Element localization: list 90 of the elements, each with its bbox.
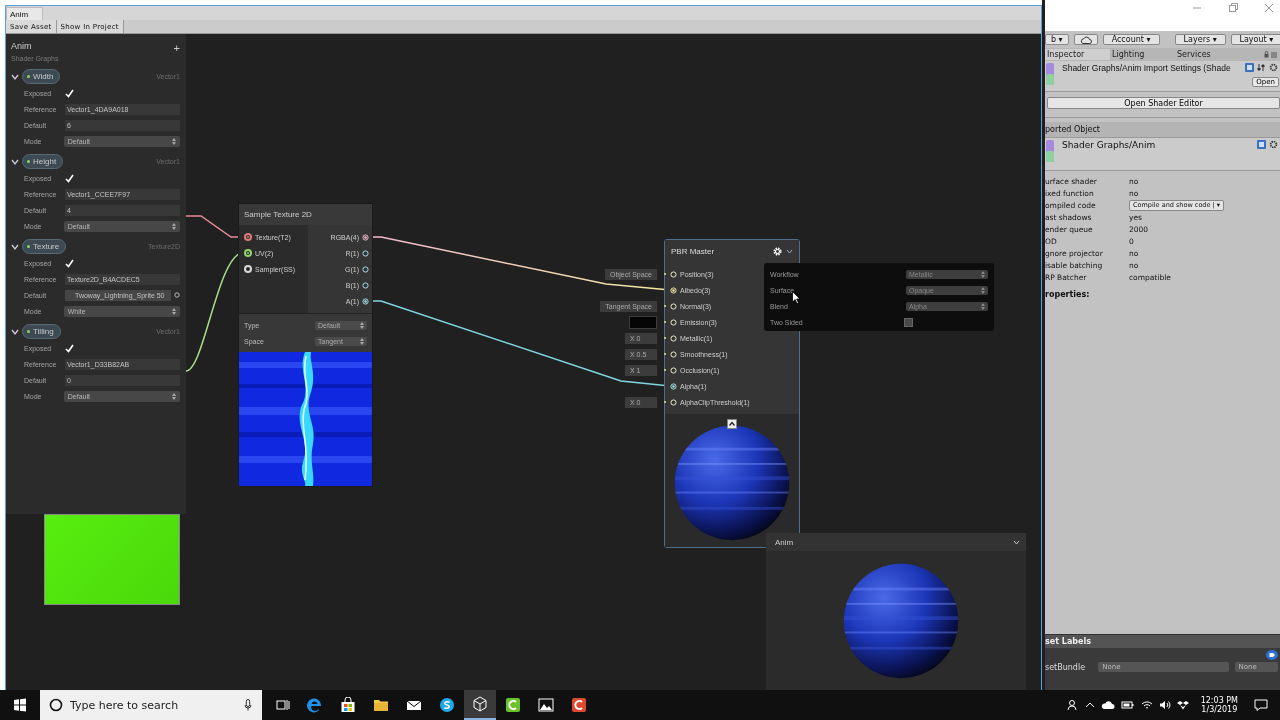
node-title: PBR Master (671, 246, 715, 256)
tab[interactable]: Lighting (1110, 49, 1175, 60)
port-icon[interactable] (670, 350, 677, 358)
port-icon[interactable] (670, 366, 677, 374)
updown-icon (172, 222, 176, 230)
port-icon[interactable] (362, 233, 369, 241)
sliders-icon[interactable] (1257, 63, 1266, 72)
people-icon[interactable] (1066, 699, 1079, 711)
port-icon[interactable] (670, 382, 677, 390)
cube-icon[interactable] (472, 696, 488, 712)
box-icon[interactable] (1176, 700, 1189, 710)
collapse-icon[interactable] (727, 419, 737, 429)
port-icon[interactable] (362, 281, 369, 289)
windows-icon[interactable] (12, 697, 28, 713)
port-icon[interactable] (244, 233, 252, 241)
chevron-icon[interactable] (11, 327, 19, 336)
updown-icon (981, 270, 985, 278)
port-icon[interactable] (670, 270, 677, 278)
port-icon[interactable] (362, 297, 369, 305)
settings-icon[interactable] (1269, 63, 1278, 72)
settings-icon[interactable] (1269, 140, 1278, 149)
section-label: roperties: (1045, 290, 1091, 299)
toolbar-button[interactable]: Layers ▾ (1174, 34, 1226, 45)
port-icon[interactable] (244, 249, 252, 257)
chevron-icon[interactable] (11, 72, 19, 81)
updown-icon (981, 286, 985, 294)
image-icon[interactable] (538, 697, 554, 713)
property-pill[interactable]: Width (22, 69, 61, 84)
search-icon (49, 698, 63, 712)
updown-icon (981, 302, 985, 310)
chevron-icon[interactable] (1013, 539, 1020, 545)
chevron-icon[interactable] (11, 157, 19, 166)
updown-icon (172, 137, 176, 145)
microphone-icon[interactable] (244, 699, 252, 711)
notification-icon[interactable] (1254, 698, 1268, 712)
picker-icon[interactable] (174, 292, 180, 298)
toolbar-button[interactable]: Account ▾ (1102, 34, 1160, 45)
chat-icon[interactable] (439, 697, 455, 713)
updown-icon (360, 321, 364, 329)
port-icon[interactable] (244, 265, 252, 273)
cursor-icon (792, 291, 801, 304)
cloud-icon[interactable] (1100, 700, 1115, 710)
chevron-icon[interactable] (786, 248, 793, 254)
shopping-bag-icon[interactable] (340, 697, 356, 713)
add-button[interactable]: + (173, 42, 180, 54)
node-title: Sample Texture 2D (239, 204, 372, 225)
tab[interactable]: Inspector (1045, 49, 1110, 60)
lock-icon[interactable] (1264, 51, 1278, 58)
open-shader-editor-button[interactable]: Open Shader Editor (1047, 97, 1280, 109)
wifi-icon[interactable] (1140, 700, 1153, 710)
property-pill[interactable]: Texture (22, 239, 67, 254)
port-icon[interactable] (670, 286, 677, 294)
search-field[interactable]: Type here to search (40, 690, 262, 720)
preview-title: Anim (775, 537, 794, 547)
section-header: set Labels (1045, 634, 1280, 648)
maximize-icon[interactable] (1228, 3, 1238, 13)
updown-icon (360, 337, 364, 345)
volume-icon[interactable] (1158, 700, 1171, 710)
blackboard-title: Anim (11, 41, 33, 51)
battery-icon[interactable] (1120, 700, 1135, 710)
updown-icon (172, 307, 176, 315)
window-tab[interactable]: Anim (6, 7, 44, 20)
tag-icon[interactable] (1266, 650, 1278, 660)
port-icon[interactable] (362, 265, 369, 273)
toolbar-button[interactable]: b ▾ (1045, 34, 1069, 45)
property-label: setBundle (1045, 662, 1087, 672)
port-icon[interactable] (670, 302, 677, 310)
cloud-button[interactable] (1073, 34, 1098, 45)
port-icon[interactable] (362, 249, 369, 257)
inspector-title: Shader Graphs/Anim Import Settings (Shade (1062, 63, 1231, 73)
folder-icon[interactable] (373, 697, 389, 713)
clock-time[interactable]: 12:03 PM (1200, 696, 1238, 705)
toolbar-button[interactable]: Layout ▾ (1230, 34, 1280, 45)
browser-icon[interactable] (307, 697, 323, 713)
port-icon[interactable] (670, 398, 677, 406)
caret-icon[interactable] (1084, 701, 1095, 709)
chevron-icon[interactable] (11, 242, 19, 251)
updown-icon (172, 392, 176, 400)
task-view-icon[interactable] (276, 698, 290, 712)
checkbox[interactable] (904, 317, 913, 327)
property-pill[interactable]: Tilling (22, 324, 61, 339)
color-swatch[interactable] (629, 315, 657, 329)
port-icon[interactable] (670, 334, 677, 342)
section-header: ported Object (1045, 122, 1280, 138)
clock-date[interactable]: 1/3/2019 (1201, 705, 1238, 714)
port-icon[interactable] (670, 318, 677, 326)
close-icon[interactable] (1264, 3, 1274, 13)
tab[interactable]: Services (1175, 49, 1240, 60)
object-title: Shader Graphs/Anim (1062, 140, 1156, 150)
property-pill[interactable]: Height (22, 154, 64, 169)
